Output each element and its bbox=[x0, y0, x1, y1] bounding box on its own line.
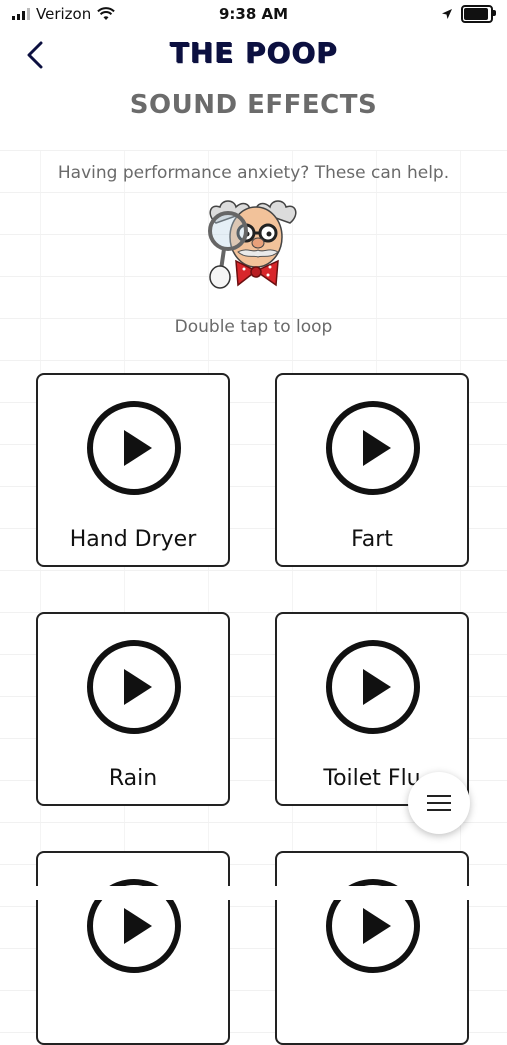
play-icon bbox=[326, 401, 420, 495]
battery-icon bbox=[461, 5, 496, 23]
status-time: 9:38 AM bbox=[218, 5, 289, 23]
status-right-group bbox=[441, 5, 496, 23]
sound-card-rain[interactable]: Rain bbox=[36, 612, 230, 806]
menu-button[interactable] bbox=[408, 772, 470, 834]
play-icon bbox=[87, 640, 181, 734]
sound-card[interactable] bbox=[36, 851, 230, 1045]
sound-label: Fart bbox=[351, 527, 393, 552]
page-title: SOUND EFFECTS bbox=[129, 90, 378, 120]
sound-label: Hand Dryer bbox=[69, 527, 197, 552]
app-title: THE POOP bbox=[169, 36, 338, 69]
sound-card-hand-dryer[interactable]: Hand Dryer bbox=[36, 373, 230, 567]
sound-card[interactable] bbox=[275, 851, 469, 1045]
sound-card-fart[interactable]: Fart bbox=[275, 373, 469, 567]
play-icon bbox=[326, 640, 420, 734]
status-bar: Verizon 9:38 AM bbox=[0, 0, 507, 30]
location-arrow-icon bbox=[442, 9, 452, 19]
mascot-illustration bbox=[208, 200, 297, 289]
sound-label: Rain bbox=[108, 766, 158, 791]
hamburger-menu-icon bbox=[427, 790, 451, 816]
play-icon bbox=[87, 401, 181, 495]
intro-subtitle: Having performance anxiety? These can he… bbox=[57, 163, 450, 183]
loop-hint: Double tap to loop bbox=[174, 317, 333, 337]
bottom-edge bbox=[0, 886, 507, 900]
